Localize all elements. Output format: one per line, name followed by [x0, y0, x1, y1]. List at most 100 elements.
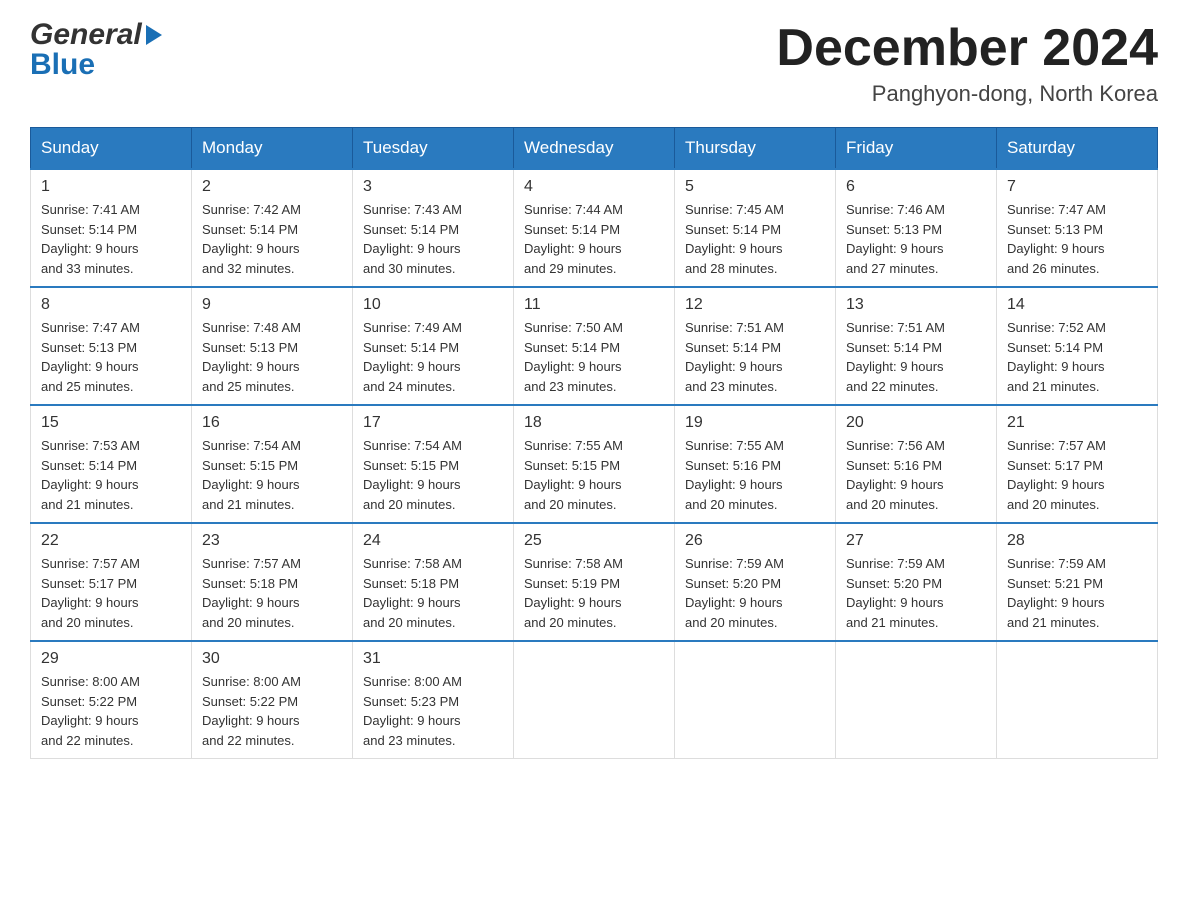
day-number: 1: [41, 178, 181, 196]
calendar-cell: 5 Sunrise: 7:45 AMSunset: 5:14 PMDaylight…: [675, 169, 836, 287]
day-number: 31: [363, 650, 503, 668]
weekday-header-wednesday: Wednesday: [514, 128, 675, 170]
day-number: 6: [846, 178, 986, 196]
day-number: 25: [524, 532, 664, 550]
calendar-cell: [836, 641, 997, 759]
day-info: Sunrise: 7:59 AMSunset: 5:20 PMDaylight:…: [685, 554, 825, 632]
day-info: Sunrise: 7:45 AMSunset: 5:14 PMDaylight:…: [685, 200, 825, 278]
calendar-cell: 26 Sunrise: 7:59 AMSunset: 5:20 PMDayligh…: [675, 523, 836, 641]
calendar-cell: 28 Sunrise: 7:59 AMSunset: 5:21 PMDayligh…: [997, 523, 1158, 641]
day-number: 5: [685, 178, 825, 196]
calendar-cell: 9Sunrise: 7:48 AMSunset: 5:13 PMDaylight…: [192, 287, 353, 405]
day-number: 22: [41, 532, 181, 550]
calendar-cell: 18 Sunrise: 7:55 AMSunset: 5:15 PMDayligh…: [514, 405, 675, 523]
day-info: Sunrise: 7:57 AMSunset: 5:18 PMDaylight:…: [202, 554, 342, 632]
calendar-cell: 3 Sunrise: 7:43 AMSunset: 5:14 PMDaylight…: [353, 169, 514, 287]
logo-general-text: General: [30, 20, 142, 50]
day-info: Sunrise: 8:00 AMSunset: 5:22 PMDaylight:…: [41, 672, 181, 750]
day-info: Sunrise: 7:55 AMSunset: 5:15 PMDaylight:…: [524, 436, 664, 514]
calendar-cell: [675, 641, 836, 759]
calendar-cell: [514, 641, 675, 759]
page-header: General Blue December 2024 Panghyon-dong…: [30, 20, 1158, 107]
month-title: December 2024: [776, 20, 1158, 77]
calendar-cell: 7 Sunrise: 7:47 AMSunset: 5:13 PMDaylight…: [997, 169, 1158, 287]
calendar-cell: 4Sunrise: 7:44 AMSunset: 5:14 PMDaylight…: [514, 169, 675, 287]
day-number: 9: [202, 296, 342, 314]
day-info: Sunrise: 7:47 AMSunset: 5:13 PMDaylight:…: [41, 318, 181, 396]
weekday-header-sunday: Sunday: [31, 128, 192, 170]
day-number: 20: [846, 414, 986, 432]
day-info: Sunrise: 7:54 AMSunset: 5:15 PMDaylight:…: [363, 436, 503, 514]
day-info: Sunrise: 7:59 AMSunset: 5:21 PMDaylight:…: [1007, 554, 1147, 632]
calendar-cell: 16Sunrise: 7:54 AMSunset: 5:15 PMDayligh…: [192, 405, 353, 523]
day-info: Sunrise: 7:56 AMSunset: 5:16 PMDaylight:…: [846, 436, 986, 514]
day-number: 27: [846, 532, 986, 550]
day-info: Sunrise: 7:51 AMSunset: 5:14 PMDaylight:…: [685, 318, 825, 396]
calendar-week-3: 15 Sunrise: 7:53 AMSunset: 5:14 PMDayligh…: [31, 405, 1158, 523]
calendar-cell: 24 Sunrise: 7:58 AMSunset: 5:18 PMDayligh…: [353, 523, 514, 641]
calendar-cell: 17 Sunrise: 7:54 AMSunset: 5:15 PMDayligh…: [353, 405, 514, 523]
day-number: 18: [524, 414, 664, 432]
day-info: Sunrise: 7:58 AMSunset: 5:18 PMDaylight:…: [363, 554, 503, 632]
calendar-cell: 19Sunrise: 7:55 AMSunset: 5:16 PMDayligh…: [675, 405, 836, 523]
calendar-cell: 10 Sunrise: 7:49 AMSunset: 5:14 PMDayligh…: [353, 287, 514, 405]
day-number: 13: [846, 296, 986, 314]
day-number: 11: [524, 296, 664, 314]
calendar-cell: 11 Sunrise: 7:50 AMSunset: 5:14 PMDayligh…: [514, 287, 675, 405]
logo-blue-text: Blue: [30, 50, 95, 80]
day-number: 16: [202, 414, 342, 432]
calendar-cell: 20 Sunrise: 7:56 AMSunset: 5:16 PMDayligh…: [836, 405, 997, 523]
calendar-cell: 30 Sunrise: 8:00 AMSunset: 5:22 PMDayligh…: [192, 641, 353, 759]
calendar-cell: 31 Sunrise: 8:00 AMSunset: 5:23 PMDayligh…: [353, 641, 514, 759]
day-info: Sunrise: 7:59 AMSunset: 5:20 PMDaylight:…: [846, 554, 986, 632]
day-info: Sunrise: 7:46 AMSunset: 5:13 PMDaylight:…: [846, 200, 986, 278]
weekday-header-row: SundayMondayTuesdayWednesdayThursdayFrid…: [31, 128, 1158, 170]
day-info: Sunrise: 7:47 AMSunset: 5:13 PMDaylight:…: [1007, 200, 1147, 278]
day-number: 14: [1007, 296, 1147, 314]
calendar-cell: 13 Sunrise: 7:51 AMSunset: 5:14 PMDayligh…: [836, 287, 997, 405]
location-title: Panghyon-dong, North Korea: [776, 81, 1158, 107]
calendar-cell: 15 Sunrise: 7:53 AMSunset: 5:14 PMDayligh…: [31, 405, 192, 523]
day-number: 29: [41, 650, 181, 668]
day-number: 10: [363, 296, 503, 314]
calendar-cell: 29 Sunrise: 8:00 AMSunset: 5:22 PMDayligh…: [31, 641, 192, 759]
day-info: Sunrise: 7:58 AMSunset: 5:19 PMDaylight:…: [524, 554, 664, 632]
calendar-table: SundayMondayTuesdayWednesdayThursdayFrid…: [30, 127, 1158, 759]
calendar-week-5: 29 Sunrise: 8:00 AMSunset: 5:22 PMDayligh…: [31, 641, 1158, 759]
day-info: Sunrise: 7:57 AMSunset: 5:17 PMDaylight:…: [1007, 436, 1147, 514]
day-number: 7: [1007, 178, 1147, 196]
day-info: Sunrise: 7:51 AMSunset: 5:14 PMDaylight:…: [846, 318, 986, 396]
day-number: 24: [363, 532, 503, 550]
weekday-header-monday: Monday: [192, 128, 353, 170]
day-info: Sunrise: 7:52 AMSunset: 5:14 PMDaylight:…: [1007, 318, 1147, 396]
day-info: Sunrise: 7:44 AMSunset: 5:14 PMDaylight:…: [524, 200, 664, 278]
calendar-cell: 22Sunrise: 7:57 AMSunset: 5:17 PMDayligh…: [31, 523, 192, 641]
calendar-cell: [997, 641, 1158, 759]
calendar-cell: 8 Sunrise: 7:47 AMSunset: 5:13 PMDaylight…: [31, 287, 192, 405]
day-info: Sunrise: 7:50 AMSunset: 5:14 PMDaylight:…: [524, 318, 664, 396]
day-number: 15: [41, 414, 181, 432]
calendar-cell: 1Sunrise: 7:41 AMSunset: 5:14 PMDaylight…: [31, 169, 192, 287]
day-number: 28: [1007, 532, 1147, 550]
day-info: Sunrise: 7:43 AMSunset: 5:14 PMDaylight:…: [363, 200, 503, 278]
day-number: 2: [202, 178, 342, 196]
logo-arrow-icon: [146, 25, 162, 45]
day-number: 8: [41, 296, 181, 314]
calendar-week-4: 22Sunrise: 7:57 AMSunset: 5:17 PMDayligh…: [31, 523, 1158, 641]
calendar-cell: 23Sunrise: 7:57 AMSunset: 5:18 PMDayligh…: [192, 523, 353, 641]
day-info: Sunrise: 8:00 AMSunset: 5:22 PMDaylight:…: [202, 672, 342, 750]
day-number: 12: [685, 296, 825, 314]
calendar-cell: 21Sunrise: 7:57 AMSunset: 5:17 PMDayligh…: [997, 405, 1158, 523]
day-info: Sunrise: 7:53 AMSunset: 5:14 PMDaylight:…: [41, 436, 181, 514]
calendar-week-2: 8 Sunrise: 7:47 AMSunset: 5:13 PMDaylight…: [31, 287, 1158, 405]
weekday-header-tuesday: Tuesday: [353, 128, 514, 170]
day-number: 26: [685, 532, 825, 550]
calendar-week-1: 1Sunrise: 7:41 AMSunset: 5:14 PMDaylight…: [31, 169, 1158, 287]
calendar-cell: 27 Sunrise: 7:59 AMSunset: 5:20 PMDayligh…: [836, 523, 997, 641]
day-info: Sunrise: 7:42 AMSunset: 5:14 PMDaylight:…: [202, 200, 342, 278]
day-number: 3: [363, 178, 503, 196]
day-number: 17: [363, 414, 503, 432]
day-number: 30: [202, 650, 342, 668]
day-info: Sunrise: 8:00 AMSunset: 5:23 PMDaylight:…: [363, 672, 503, 750]
day-info: Sunrise: 7:49 AMSunset: 5:14 PMDaylight:…: [363, 318, 503, 396]
